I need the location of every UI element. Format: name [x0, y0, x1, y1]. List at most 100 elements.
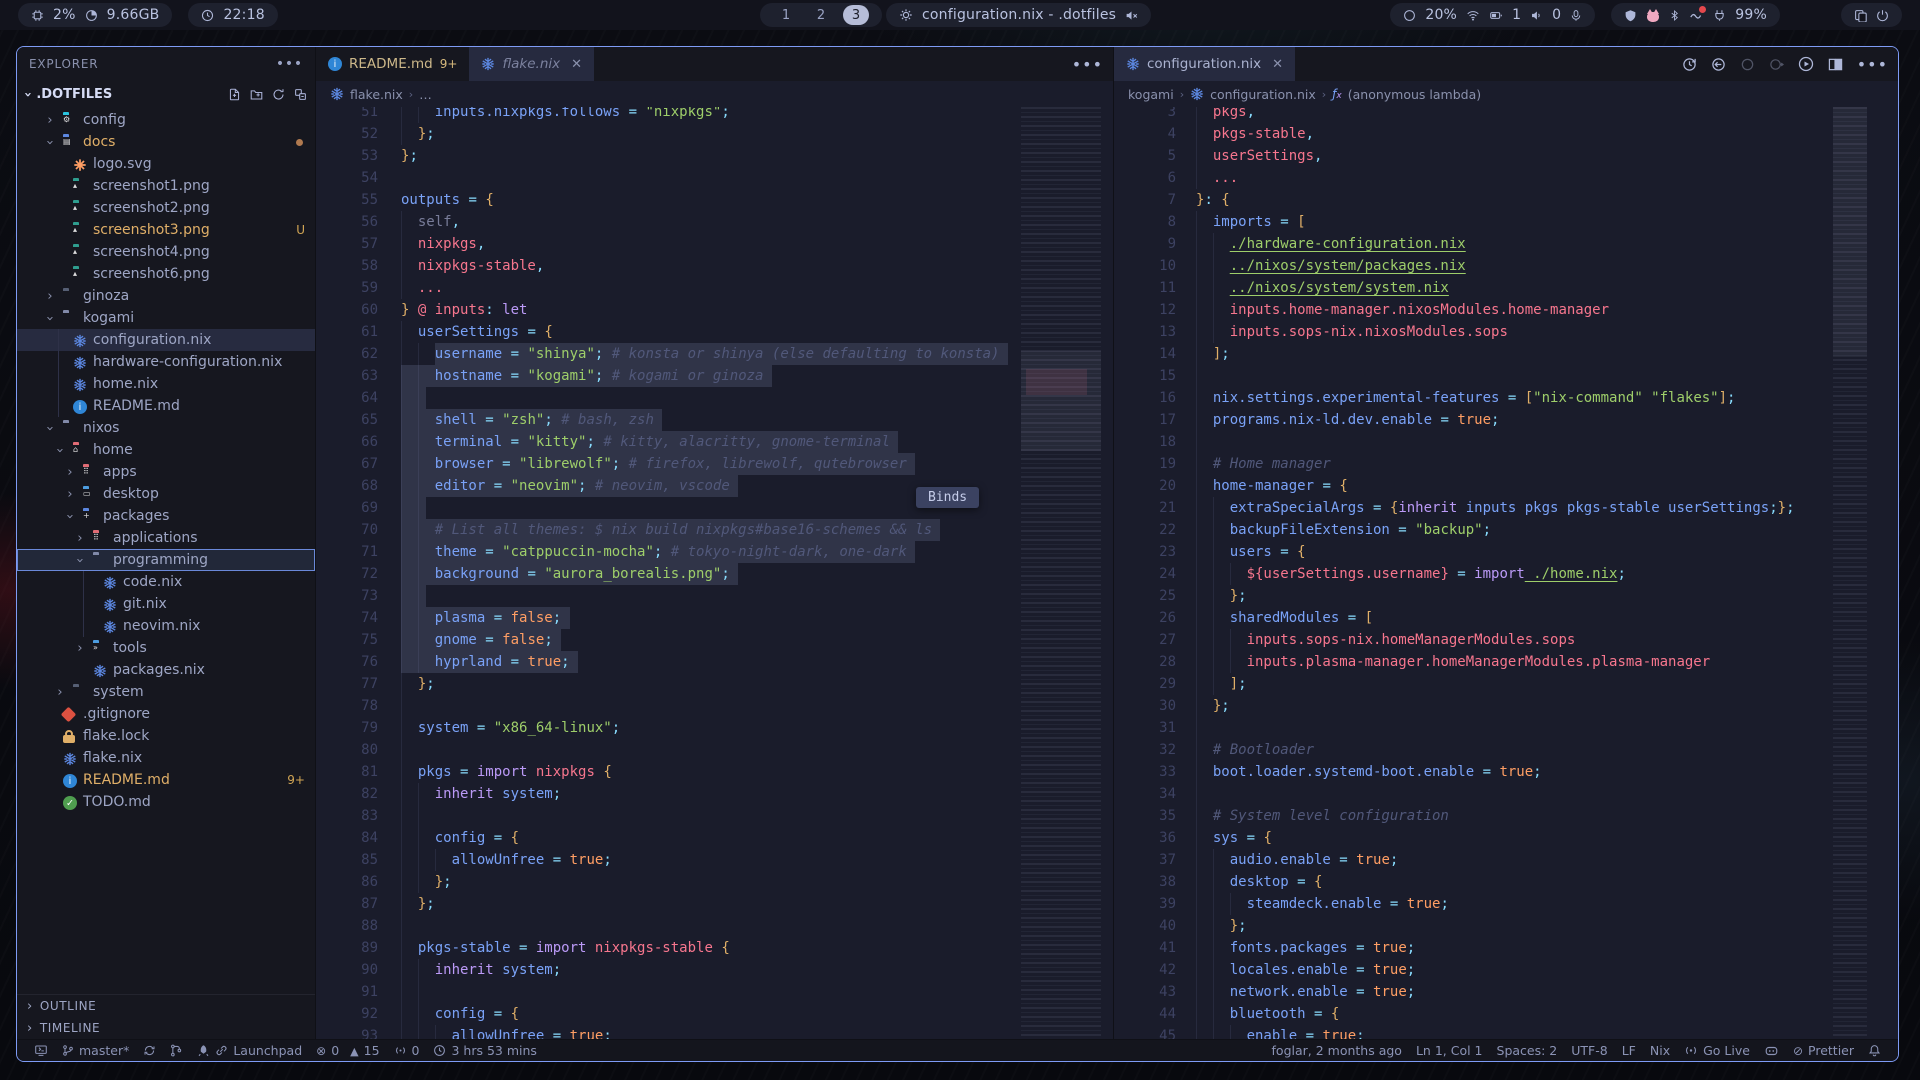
tab-flake-nix[interactable]: flake.nix✕: [469, 47, 594, 81]
workspace-1[interactable]: 1: [773, 5, 799, 25]
tree-item-todo-md[interactable]: ✓TODO.md: [17, 791, 315, 813]
explorer-more-actions[interactable]: •••: [276, 56, 303, 72]
code-editor-flake[interactable]: 51 inputs.nixpkgs.follows = "nixpkgs";52…: [316, 107, 1113, 1039]
cat-tray-icon[interactable]: [1646, 9, 1660, 22]
tree-item-logo-svg[interactable]: logo.svg: [17, 153, 315, 175]
tree-item-readme-md[interactable]: iREADME.md9+: [17, 769, 315, 791]
keyboard-battery-icon[interactable]: [1489, 9, 1503, 22]
split-icon[interactable]: [1828, 57, 1843, 72]
history-icon[interactable]: [1682, 57, 1697, 72]
tree-item-kogami[interactable]: ›kogami: [17, 307, 315, 329]
minimap-right[interactable]: [1833, 107, 1867, 1039]
new-folder-icon[interactable]: [250, 88, 263, 101]
status-indentation[interactable]: Spaces: 2: [1490, 1040, 1565, 1062]
vpn-shield-icon[interactable]: [1624, 9, 1637, 22]
git-icon: [63, 708, 74, 724]
status-remote-indicator[interactable]: [27, 1040, 55, 1062]
tree-item-nixos[interactable]: ›nixos: [17, 417, 315, 439]
tree-item-readme-md[interactable]: iREADME.md: [17, 395, 315, 417]
tree-item-desktop[interactable]: ›▭desktop: [17, 483, 315, 505]
run-icon[interactable]: [1798, 56, 1814, 72]
tree-item-git-nix[interactable]: git.nix: [17, 593, 315, 615]
tree-item-screenshot2-png[interactable]: ▴screenshot2.png: [17, 197, 315, 219]
mute-icon[interactable]: [1125, 9, 1138, 22]
tree-item-screenshot1-png[interactable]: ▴screenshot1.png: [17, 175, 315, 197]
status-go-live[interactable]: Go Live: [1677, 1040, 1757, 1062]
tree-item-docs[interactable]: ›▤docs: [17, 131, 315, 153]
status-prettier[interactable]: ⊘Prettier: [1786, 1040, 1861, 1062]
breadcrumb-segment[interactable]: configuration.nix: [1210, 87, 1316, 102]
more-icon[interactable]: •••: [1072, 55, 1103, 74]
tree-item-home-nix[interactable]: home.nix: [17, 373, 315, 395]
tree-item-programming[interactable]: ›programming: [17, 549, 315, 571]
tree-item-flake-nix[interactable]: flake.nix: [17, 747, 315, 769]
tree-item-code-nix[interactable]: code.nix: [17, 571, 315, 593]
tree-item-applications[interactable]: ›⠿applications: [17, 527, 315, 549]
status-language-mode[interactable]: Nix: [1643, 1040, 1677, 1062]
tree-item-neovim-nix[interactable]: neovim.nix: [17, 615, 315, 637]
tree-item--gitignore[interactable]: .gitignore: [17, 703, 315, 725]
status-notifications[interactable]: [1861, 1040, 1888, 1062]
notification-wave-icon[interactable]: [1689, 9, 1704, 22]
tree-item-ginoza[interactable]: ›ginoza: [17, 285, 315, 307]
workspace-2[interactable]: 2: [808, 5, 834, 25]
minimap-middle[interactable]: [1021, 107, 1101, 1039]
tree-item-configuration-nix[interactable]: configuration.nix: [17, 329, 315, 351]
refresh-explorer-icon[interactable]: [272, 88, 285, 101]
clipboard-icon[interactable]: [1854, 9, 1867, 22]
code-editor-configuration[interactable]: 3 pkgs,4 pkgs-stable,5 userSettings,6 ..…: [1114, 107, 1898, 1039]
tree-item-screenshot6-png[interactable]: ▴screenshot6.png: [17, 263, 315, 285]
new-file-icon[interactable]: [228, 88, 241, 101]
code-line-32: 32 # Bootloader: [1114, 739, 1898, 761]
status-git-graph[interactable]: [163, 1040, 190, 1062]
wifi-icon[interactable]: [1466, 9, 1480, 22]
tree-item-packages-nix[interactable]: packages.nix: [17, 659, 315, 681]
explorer-root-folder[interactable]: › .DOTFILES: [17, 81, 315, 107]
tree-item-flake-lock[interactable]: flake.lock: [17, 725, 315, 747]
collapse-folders-icon[interactable]: [294, 88, 307, 101]
tree-item-config[interactable]: ›⚙config: [17, 109, 315, 131]
brightness-icon[interactable]: [1403, 9, 1416, 22]
tab-configuration-nix[interactable]: configuration.nix✕: [1114, 47, 1295, 81]
tree-item-apps[interactable]: ›⠿apps: [17, 461, 315, 483]
tree-item-screenshot4-png[interactable]: ▴screenshot4.png: [17, 241, 315, 263]
close-icon[interactable]: ✕: [571, 57, 582, 72]
status-git-sync[interactable]: [136, 1040, 163, 1062]
status-cursor-position[interactable]: Ln 1, Col 1: [1409, 1040, 1490, 1062]
status-git-blame[interactable]: foglar, 2 months ago: [1265, 1040, 1409, 1062]
code-line-26: 26 sharedModules = [: [1114, 607, 1898, 629]
status-git-branch[interactable]: master*: [55, 1040, 136, 1062]
tab-readme-md[interactable]: iREADME.md9+: [316, 47, 469, 81]
microphone-icon[interactable]: [1570, 9, 1582, 22]
circle-icon[interactable]: [1740, 57, 1755, 72]
breadcrumb-segment[interactable]: (anonymous lambda): [1348, 87, 1481, 102]
more-icon[interactable]: •••: [1857, 55, 1888, 74]
section-outline[interactable]: ›OUTLINE: [17, 995, 315, 1017]
breadcrumb-middle[interactable]: flake.nix›…: [316, 81, 1113, 107]
tree-item-tools[interactable]: ›»tools: [17, 637, 315, 659]
section-timeline[interactable]: ›TIMELINE: [17, 1017, 315, 1039]
breadcrumb-segment[interactable]: flake.nix: [350, 87, 403, 102]
compare-icon[interactable]: [1711, 57, 1726, 72]
close-icon[interactable]: ✕: [1272, 57, 1283, 72]
volume-icon[interactable]: [1530, 9, 1543, 22]
bluetooth-icon[interactable]: [1669, 9, 1680, 22]
tree-item-packages[interactable]: ›+packages: [17, 505, 315, 527]
breadcrumb-segment[interactable]: kogami: [1128, 87, 1174, 102]
status-ports[interactable]: 0: [387, 1040, 427, 1062]
status-encoding[interactable]: UTF-8: [1564, 1040, 1614, 1062]
status-code-time[interactable]: 3 hrs 53 mins: [426, 1040, 543, 1062]
status-copilot[interactable]: [1757, 1040, 1786, 1062]
tree-item-system[interactable]: ›system: [17, 681, 315, 703]
tree-item-home[interactable]: ›⌂home: [17, 439, 315, 461]
status-problems[interactable]: ⊗0▲15: [309, 1040, 386, 1062]
tree-item-screenshot3-png[interactable]: ▴screenshot3.pngU: [17, 219, 315, 241]
status-launchpad[interactable]: Launchpad: [190, 1040, 309, 1062]
workspace-3[interactable]: 3: [843, 5, 869, 25]
breadcrumb-right[interactable]: kogami›configuration.nix›ƒx(anonymous la…: [1114, 81, 1898, 107]
breadcrumb-segment[interactable]: …: [419, 87, 432, 102]
tree-item-hardware-configuration-nix[interactable]: hardware-configuration.nix: [17, 351, 315, 373]
power-icon[interactable]: [1876, 9, 1889, 22]
circlearrow-icon[interactable]: [1769, 57, 1784, 72]
status-eol[interactable]: LF: [1615, 1040, 1643, 1062]
